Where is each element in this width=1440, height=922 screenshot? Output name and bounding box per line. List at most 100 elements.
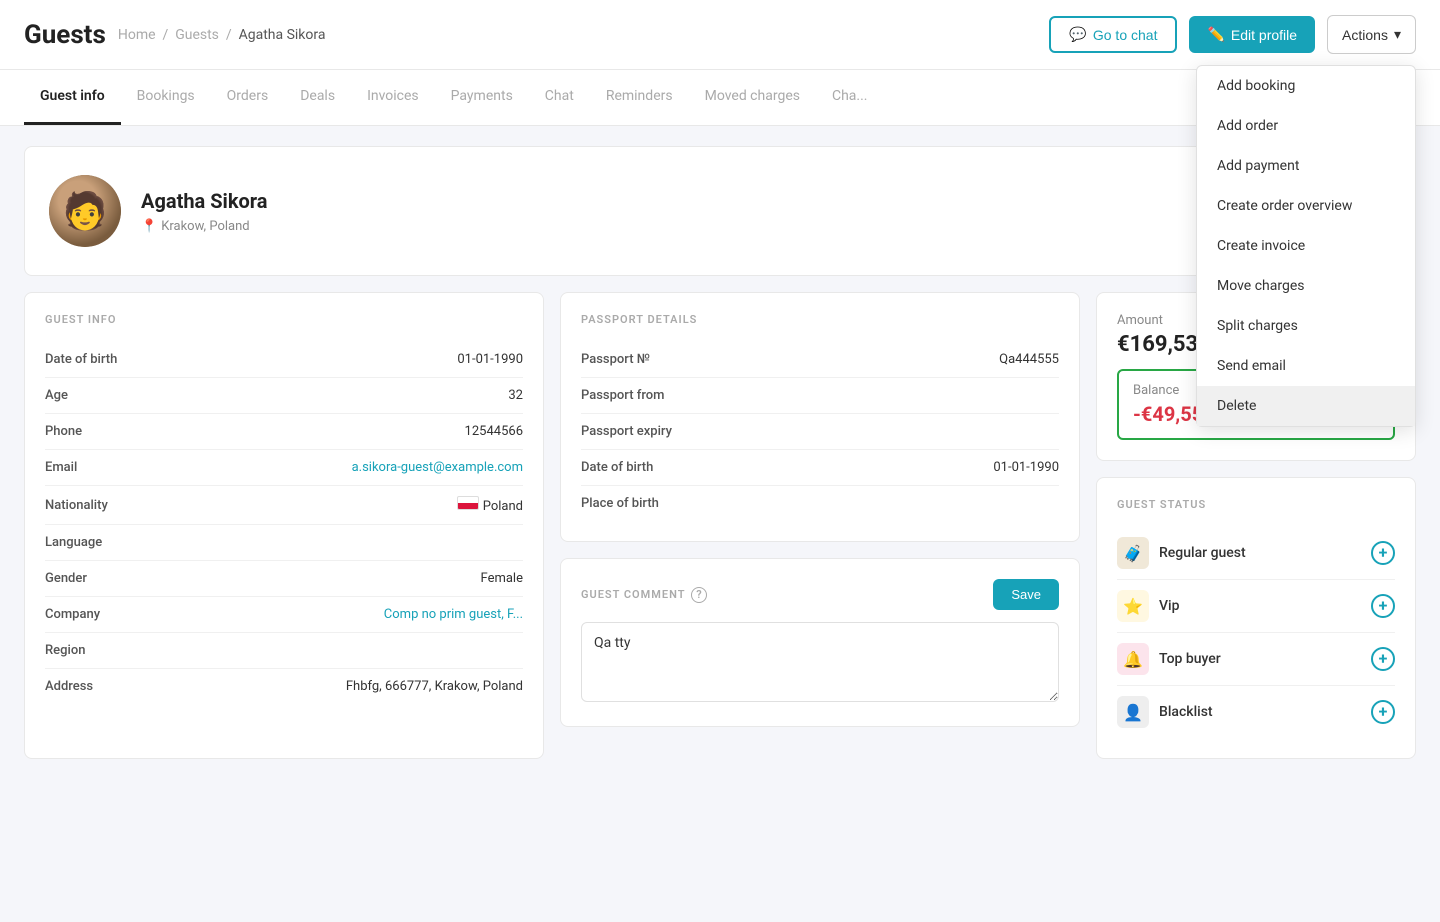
edit-profile-button[interactable]: ✏️ Edit profile [1189, 16, 1315, 53]
guest-status-title: GUEST STATUS [1117, 498, 1395, 511]
guest-info-header: Agatha Sikora 📍 Krakow, Poland [141, 189, 268, 234]
status-vip: ⭐ Vip + [1117, 580, 1395, 633]
add-blacklist-button[interactable]: + [1371, 700, 1395, 724]
vip-label: Vip [1159, 598, 1179, 614]
info-row-language: Language [45, 525, 523, 561]
passport-row-dob: Date of birth 01-01-1990 [581, 450, 1059, 486]
tab-moved-charges[interactable]: Moved charges [689, 70, 816, 125]
passport-card: PASSPORT DETAILS Passport № Qa444555 Pas… [560, 292, 1080, 542]
passport-dob-value: 01-01-1990 [993, 460, 1059, 475]
breadcrumb-guests[interactable]: Guests [175, 27, 219, 43]
guest-info-card: GUEST INFO Date of birth 01-01-1990 Age … [24, 292, 544, 759]
tab-payments[interactable]: Payments [435, 70, 529, 125]
guest-location: 📍 Krakow, Poland [141, 219, 268, 234]
breadcrumb: Home / Guests / Agatha Sikora [118, 27, 326, 43]
dropdown-send-email[interactable]: Send email [1197, 346, 1415, 386]
gender-value: Female [481, 571, 523, 586]
passport-section-title: PASSPORT DETAILS [581, 313, 1059, 326]
age-label: Age [45, 388, 68, 403]
comment-header: GUEST COMMENT ? Save [581, 579, 1059, 610]
blacklist-icon: 👤 [1117, 696, 1149, 728]
address-value: Fhbfg, 666777, Krakow, Poland [346, 679, 523, 694]
guest-status-card: GUEST STATUS 🧳 Regular guest + ⭐ Vip + [1096, 477, 1416, 759]
dropdown-add-booking[interactable]: Add booking [1197, 66, 1415, 106]
blacklist-label: Blacklist [1159, 704, 1213, 720]
nationality-value: Poland [457, 496, 523, 514]
tab-cha[interactable]: Cha... [816, 70, 884, 125]
poland-flag [457, 496, 479, 510]
tab-chat[interactable]: Chat [529, 70, 590, 125]
go-to-chat-button[interactable]: 💬 Go to chat [1049, 16, 1177, 53]
passport-row-from: Passport from [581, 378, 1059, 414]
tab-guest-info[interactable]: Guest info [24, 70, 121, 125]
avatar-image: 🧑 [49, 175, 121, 247]
status-top-buyer-left: 🔔 Top buyer [1117, 643, 1221, 675]
chat-icon: 💬 [1069, 26, 1086, 43]
chevron-down-icon: ▾ [1394, 26, 1401, 43]
address-label: Address [45, 679, 93, 694]
status-blacklist: 👤 Blacklist + [1117, 686, 1395, 738]
company-value[interactable]: Comp no prim guest, F... [384, 607, 523, 622]
passport-number-value: Qa444555 [999, 352, 1059, 367]
edit-icon: ✏️ [1207, 26, 1224, 43]
tab-reminders[interactable]: Reminders [590, 70, 689, 125]
guest-name: Agatha Sikora [141, 189, 268, 213]
middle-column: PASSPORT DETAILS Passport № Qa444555 Pas… [560, 292, 1080, 759]
passport-row-expiry: Passport expiry [581, 414, 1059, 450]
phone-value: 12544566 [465, 424, 523, 439]
tab-invoices[interactable]: Invoices [351, 70, 435, 125]
page-title: Guests [24, 20, 106, 50]
status-top-buyer: 🔔 Top buyer + [1117, 633, 1395, 686]
add-top-buyer-button[interactable]: + [1371, 647, 1395, 671]
tab-bookings[interactable]: Bookings [121, 70, 211, 125]
info-row-region: Region [45, 633, 523, 669]
email-value[interactable]: a.sikora-guest@example.com [352, 460, 523, 475]
tab-orders[interactable]: Orders [211, 70, 285, 125]
nationality-label: Nationality [45, 498, 108, 513]
tab-deals[interactable]: Deals [284, 70, 351, 125]
status-regular-guest: 🧳 Regular guest + [1117, 527, 1395, 580]
info-row-nationality: Nationality Poland [45, 486, 523, 525]
dropdown-create-invoice[interactable]: Create invoice [1197, 226, 1415, 266]
passport-dob-label: Date of birth [581, 460, 653, 475]
gender-label: Gender [45, 571, 87, 586]
status-regular-left: 🧳 Regular guest [1117, 537, 1246, 569]
dropdown-create-order-overview[interactable]: Create order overview [1197, 186, 1415, 226]
vip-icon: ⭐ [1117, 590, 1149, 622]
passport-from-label: Passport from [581, 388, 665, 403]
dropdown-add-payment[interactable]: Add payment [1197, 146, 1415, 186]
actions-dropdown-menu: Add booking Add order Add payment Create… [1196, 65, 1416, 427]
dropdown-add-order[interactable]: Add order [1197, 106, 1415, 146]
comment-title: GUEST COMMENT ? [581, 587, 707, 603]
phone-label: Phone [45, 424, 82, 439]
comment-save-button[interactable]: Save [993, 579, 1059, 610]
region-label: Region [45, 643, 85, 658]
breadcrumb-home[interactable]: Home [118, 27, 156, 43]
passport-row-number: Passport № Qa444555 [581, 342, 1059, 378]
age-value: 32 [508, 388, 523, 403]
dropdown-move-charges[interactable]: Move charges [1197, 266, 1415, 306]
passport-number-label: Passport № [581, 352, 650, 367]
add-vip-button[interactable]: + [1371, 594, 1395, 618]
breadcrumb-current: Agatha Sikora [239, 27, 326, 43]
avatar: 🧑 [49, 175, 121, 247]
help-icon: ? [691, 587, 707, 603]
status-vip-left: ⭐ Vip [1117, 590, 1179, 622]
info-row-company: Company Comp no prim guest, F... [45, 597, 523, 633]
dropdown-split-charges[interactable]: Split charges [1197, 306, 1415, 346]
comment-card: GUEST COMMENT ? Save Qa tty [560, 558, 1080, 727]
header-actions: 💬 Go to chat ✏️ Edit profile Actions ▾ [1049, 15, 1416, 54]
comment-textarea[interactable]: Qa tty [581, 622, 1059, 702]
top-buyer-icon: 🔔 [1117, 643, 1149, 675]
guest-info-section-title: GUEST INFO [45, 313, 523, 326]
actions-button[interactable]: Actions ▾ [1327, 15, 1416, 54]
regular-guest-icon: 🧳 [1117, 537, 1149, 569]
add-regular-guest-button[interactable]: + [1371, 541, 1395, 565]
info-row-age: Age 32 [45, 378, 523, 414]
passport-pob-label: Place of birth [581, 496, 659, 511]
language-label: Language [45, 535, 102, 550]
dropdown-delete[interactable]: Delete [1197, 386, 1415, 426]
header: Guests Home / Guests / Agatha Sikora 💬 G… [0, 0, 1440, 70]
status-blacklist-left: 👤 Blacklist [1117, 696, 1213, 728]
location-icon: 📍 [141, 219, 157, 234]
